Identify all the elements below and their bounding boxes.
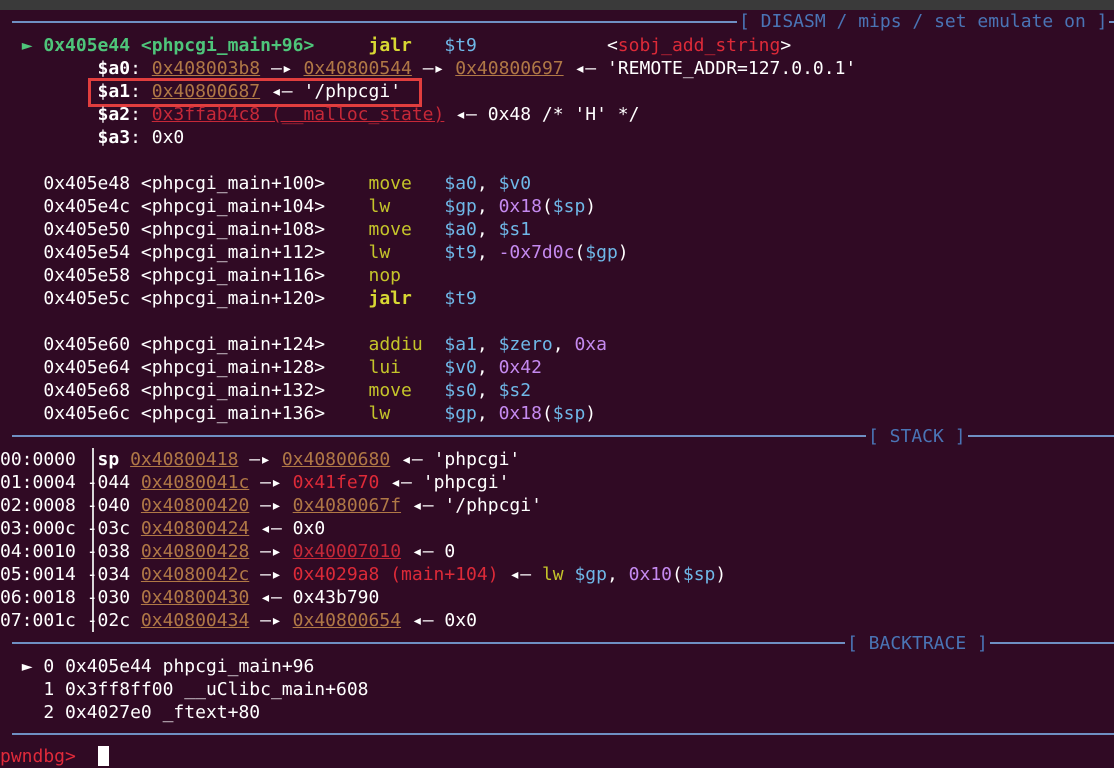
- terminal-titlebar: [0, 0, 1114, 10]
- stack-row: 06:0018 -030 0x40800430 ◂— 0x43b790: [0, 587, 380, 608]
- disasm-line: 0x405e50 <phpcgi_main+108> move $a0, $s1: [43, 219, 532, 240]
- prompt-label: pwndbg>: [0, 746, 76, 767]
- stack-row: 02:0008 -040 0x40800420 —▸ 0x4080067f ◂—…: [0, 495, 542, 516]
- backtrace-frame: ► 0 0x405e44 phpcgi_main+96: [21, 656, 315, 677]
- reg-a3: $a3: 0x0: [97, 127, 185, 148]
- reg-a2: $a2: 0x3ffab4c8 (__malloc_state) ◂— 0x48…: [97, 104, 640, 125]
- current-instruction: ► 0x405e44 <phpcgi_main+96> jalr $t9 <so…: [21, 35, 792, 56]
- disasm-line: 0x405e48 <phpcgi_main+100> move $a0, $v0: [43, 173, 532, 194]
- current-mnemonic: jalr: [368, 35, 412, 56]
- current-address: 0x405e44: [43, 35, 131, 56]
- reg-a0: $a0: 0x408003b8 —▸ 0x40800544 —▸ 0x40800…: [97, 58, 857, 79]
- current-arrow: ►: [21, 35, 33, 56]
- stack-header: [ STACK ]: [866, 425, 968, 448]
- disasm-line: 0x405e64 <phpcgi_main+128> lui $v0, 0x42: [43, 357, 542, 378]
- disasm-line: 0x405e4c <phpcgi_main+104> lw $gp, 0x18(…: [43, 196, 597, 217]
- stack-row: 05:0014 -034 0x4080042c —▸ 0x4029a8 (mai…: [0, 564, 727, 585]
- stack-row: 03:000c -03c 0x40800424 ◂— 0x0: [0, 518, 326, 539]
- stack-row: 01:0004 -044 0x4080041c —▸ 0x41fe70 ◂— '…: [0, 472, 510, 493]
- disasm-line: 0x405e60 <phpcgi_main+124> addiu $a1, $z…: [43, 334, 607, 355]
- current-symbol: <phpcgi_main+96>: [140, 35, 315, 56]
- call-target: sobj_add_string: [617, 35, 781, 56]
- stack-row: 04:0010 -038 0x40800428 —▸ 0x40007010 ◂—…: [0, 541, 456, 562]
- backtrace-header: [ BACKTRACE ]: [845, 632, 990, 655]
- current-operand: $t9: [444, 35, 477, 56]
- disasm-header: [ DISASM / mips / set emulate on ]: [737, 10, 1110, 33]
- disasm-line: 0x405e68 <phpcgi_main+132> move $s0, $s2: [43, 380, 532, 401]
- disasm-line: 0x405e54 <phpcgi_main+112> lw $t9, -0x7d…: [43, 242, 629, 263]
- disasm-line: 0x405e6c <phpcgi_main+136> lw $gp, 0x18(…: [43, 403, 597, 424]
- disasm-line: 0x405e5c <phpcgi_main+120> jalr $t9: [43, 288, 477, 309]
- stack-row: 07:001c -02c 0x40800434 —▸ 0x40800654 ◂—…: [0, 610, 477, 631]
- terminal-cursor[interactable]: [98, 746, 109, 766]
- stack-row: 00:0000 sp 0x40800418 —▸ 0x40800680 ◂— '…: [0, 449, 521, 470]
- bottom-rule: [12, 733, 1114, 735]
- command-prompt: pwndbg>: [0, 745, 87, 768]
- backtrace-frame: 2 0x4027e0 _ftext+80: [43, 702, 261, 723]
- backtrace-frame: 1 0x3ff8ff00 __uClibc_main+608: [43, 679, 369, 700]
- disasm-line: 0x405e58 <phpcgi_main+116> nop: [43, 265, 402, 286]
